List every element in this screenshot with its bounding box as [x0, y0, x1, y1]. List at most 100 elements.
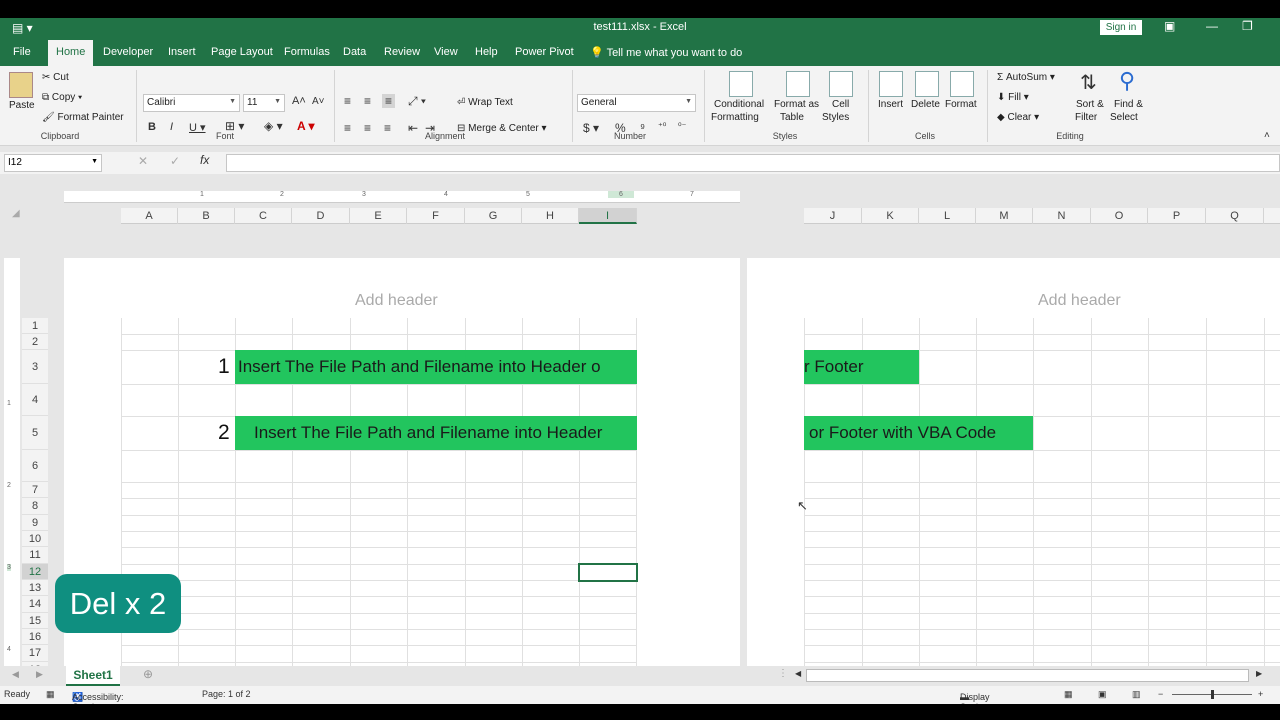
row-header[interactable]: 15 [22, 613, 48, 629]
tab-file[interactable]: File [13, 46, 31, 58]
format-painter-button[interactable]: 🖌 Format Painter [42, 112, 124, 123]
add-header-placeholder[interactable]: Add header [355, 292, 438, 310]
column-header[interactable]: Q [1206, 208, 1264, 224]
copy-button[interactable]: ⧉ Copy ▾ [42, 92, 82, 103]
row-header[interactable]: 16 [22, 629, 48, 645]
tell-me-search[interactable]: 💡 Tell me what you want to do [590, 46, 742, 59]
cell-b5[interactable]: 2 [218, 421, 230, 445]
row-header[interactable]: 7 [22, 482, 48, 498]
restore-icon[interactable]: ❐ [1242, 19, 1253, 33]
find-select-button-line2[interactable]: Select [1110, 112, 1138, 123]
tab-insert[interactable]: Insert [168, 46, 196, 58]
normal-view-icon[interactable]: ▦ [1064, 689, 1073, 700]
orientation-icon[interactable]: ⤢ ▾ [408, 94, 426, 109]
tab-review[interactable]: Review [384, 46, 420, 58]
clear-button[interactable]: ◆ Clear ▾ [997, 112, 1039, 123]
column-header[interactable]: J [804, 208, 862, 224]
fill-button[interactable]: ⬇ Fill ▾ [997, 92, 1029, 103]
increase-font-icon[interactable]: A˄ [292, 95, 306, 107]
select-all-icon[interactable]: ◢ [12, 208, 20, 219]
align-top-icon[interactable]: ≡ [344, 94, 351, 108]
delete-cells-icon[interactable] [915, 71, 939, 97]
prev-sheet-icon[interactable]: ◀ [12, 669, 19, 680]
column-header[interactable]: K [862, 208, 919, 224]
column-header[interactable]: F [407, 208, 465, 224]
new-sheet-icon[interactable]: ⊕ [143, 667, 153, 681]
column-header[interactable]: L [919, 208, 976, 224]
tab-power-pivot[interactable]: Power Pivot [515, 46, 574, 58]
align-center-icon[interactable]: ≡ [364, 121, 371, 135]
minimize-icon[interactable]: — [1206, 19, 1218, 33]
scroll-left-icon[interactable]: ◀ [795, 669, 801, 678]
column-header-selected[interactable]: I [579, 208, 637, 224]
sort-filter-icon[interactable]: ⇅ [1080, 70, 1097, 95]
row-header-selected[interactable]: 12 [22, 564, 48, 580]
collapse-ribbon-icon[interactable]: ˄ [1264, 130, 1270, 141]
column-header[interactable]: E [350, 208, 407, 224]
delete-cells-button[interactable]: Delete [911, 99, 940, 110]
zoom-out-icon[interactable]: − [1158, 689, 1163, 699]
row-header[interactable]: 10 [22, 531, 48, 547]
tab-page-layout[interactable]: Page Layout [211, 46, 273, 58]
tab-view[interactable]: View [434, 46, 458, 58]
tab-formulas[interactable]: Formulas [284, 46, 330, 58]
cell-grid-page1[interactable]: 1 Insert The File Path and Filename into… [121, 318, 638, 666]
insert-function-icon[interactable]: fx [200, 153, 209, 167]
cancel-icon[interactable]: ✕ [138, 154, 148, 168]
cell-j5-overflow[interactable]: or Footer with VBA Code [804, 416, 1033, 450]
cell-c5-heading[interactable]: Insert The File Path and Filename into H… [235, 416, 637, 450]
column-header[interactable]: D [292, 208, 350, 224]
format-as-table-icon[interactable] [786, 71, 810, 97]
active-cell-i12[interactable] [578, 563, 638, 582]
row-header[interactable]: 14 [22, 596, 48, 613]
horizontal-scrollbar[interactable] [806, 669, 1249, 682]
decrease-decimal-icon[interactable]: ⁰⁻ [678, 121, 686, 132]
column-header[interactable]: N [1033, 208, 1091, 224]
column-header[interactable]: A [121, 208, 178, 224]
font-color-icon[interactable]: A ▾ [297, 119, 315, 133]
number-format-combo[interactable]: General ▼ [577, 94, 696, 112]
align-middle-icon[interactable]: ≡ [364, 94, 371, 108]
conditional-formatting-icon[interactable] [729, 71, 753, 97]
enter-icon[interactable]: ✓ [170, 154, 180, 168]
tab-developer[interactable]: Developer [103, 46, 153, 58]
row-header[interactable]: 8 [22, 498, 48, 515]
conditional-formatting-button-line2[interactable]: Formatting [711, 112, 759, 123]
cell-styles-button-line1[interactable]: Cell [832, 99, 849, 110]
row-header[interactable]: 11 [22, 547, 48, 564]
page-layout-view-icon[interactable]: ▣ [1098, 689, 1107, 700]
scroll-right-icon[interactable]: ▶ [1256, 669, 1262, 678]
ribbon-display-icon[interactable]: ▣ [1164, 19, 1175, 33]
wrap-text-button[interactable]: ⏎ Wrap Text [457, 97, 513, 108]
align-right-icon[interactable]: ≡ [384, 121, 391, 135]
split-handle-icon[interactable]: ⋮ [778, 668, 788, 679]
increase-decimal-icon[interactable]: ⁺⁰ [658, 121, 666, 132]
paste-button[interactable]: Paste [9, 100, 35, 111]
insert-cells-button[interactable]: Insert [878, 99, 903, 110]
tab-data[interactable]: Data [343, 46, 366, 58]
next-sheet-icon[interactable]: ▶ [36, 669, 43, 680]
format-cells-icon[interactable] [950, 71, 974, 97]
row-header[interactable]: 6 [22, 450, 48, 482]
sheet-tab-sheet1[interactable]: Sheet1 [66, 666, 120, 686]
format-as-table-button-line2[interactable]: Table [780, 112, 804, 123]
column-header[interactable]: O [1091, 208, 1148, 224]
cell-c3-heading[interactable]: Insert The File Path and Filename into H… [235, 350, 637, 384]
cell-b3[interactable]: 1 [218, 355, 230, 379]
cell-grid-page2[interactable]: r Footer or Footer with VBA Code [804, 318, 1280, 666]
zoom-in-icon[interactable]: + [1258, 689, 1263, 699]
row-header[interactable]: 4 [22, 384, 48, 416]
row-header[interactable]: 9 [22, 515, 48, 531]
find-icon[interactable]: ⚲ [1119, 68, 1135, 94]
cell-styles-icon[interactable] [829, 71, 853, 97]
column-header[interactable]: M [976, 208, 1033, 224]
fill-color-icon[interactable]: ◈ ▾ [264, 119, 283, 133]
align-bottom-icon[interactable]: ≡ [382, 94, 396, 108]
name-box[interactable]: I12 ▼ [4, 154, 102, 172]
row-header[interactable]: 1 [22, 318, 48, 334]
insert-cells-icon[interactable] [879, 71, 903, 97]
column-header[interactable]: P [1148, 208, 1206, 224]
find-select-button-line1[interactable]: Find & [1114, 99, 1143, 110]
bold-icon[interactable]: B [148, 121, 156, 133]
cut-button[interactable]: ✂ Cut [42, 72, 69, 83]
